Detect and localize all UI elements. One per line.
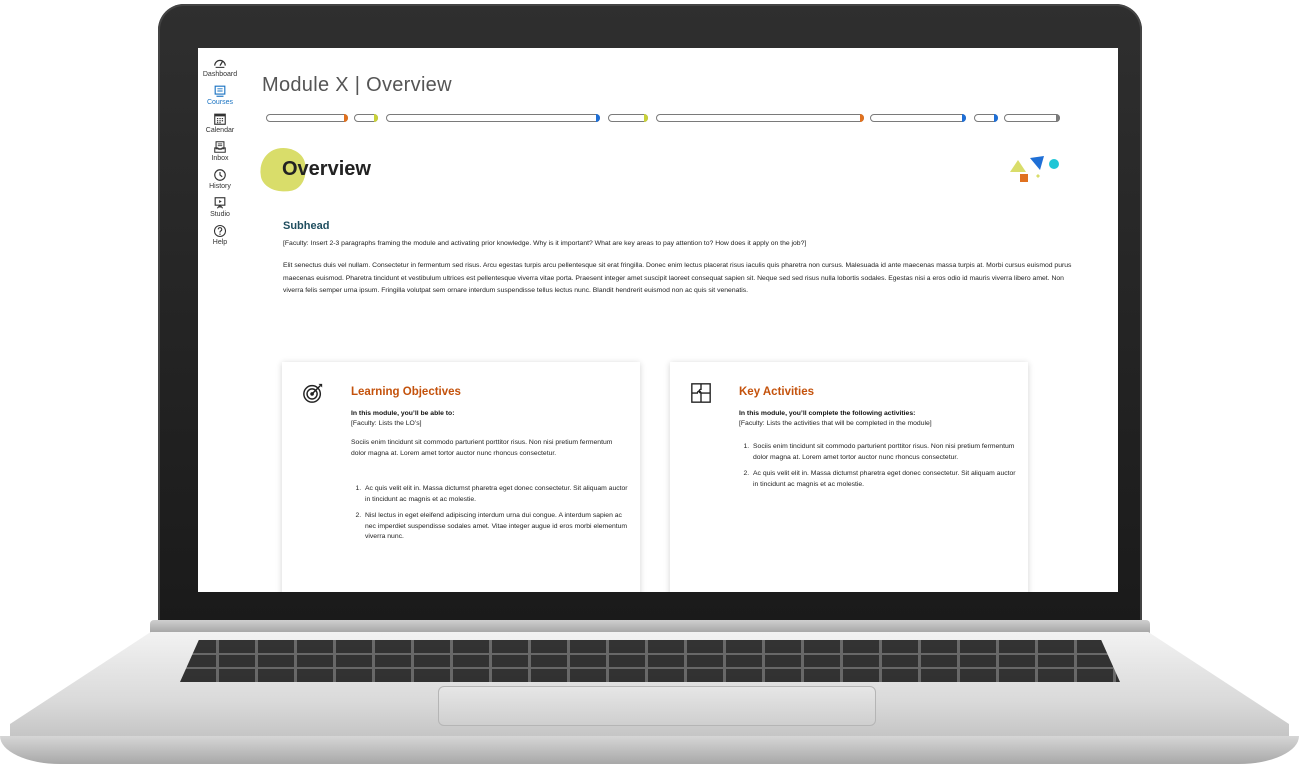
activities-list: Sociis enim tincidunt sit commodo partur… xyxy=(739,442,1021,496)
card-title: Key Activities xyxy=(739,386,814,398)
nav-label: History xyxy=(209,183,231,190)
progress-segment[interactable] xyxy=(608,114,648,122)
nav-item-history[interactable]: History xyxy=(198,168,242,190)
nav-item-help[interactable]: Help xyxy=(198,224,242,246)
module-progress xyxy=(266,114,1062,124)
overview-title: Overview xyxy=(282,158,371,180)
objectives-list: Ac quis velit elit in. Massa dictumst ph… xyxy=(351,484,633,549)
studio-icon xyxy=(214,197,226,209)
list-item: Ac quis velit elit in. Massa dictumst ph… xyxy=(363,484,633,505)
nav-item-courses[interactable]: Courses xyxy=(198,84,242,106)
nav-label: Calendar xyxy=(205,127,235,134)
courses-icon xyxy=(214,85,226,97)
help-icon xyxy=(213,224,227,238)
card-lead: In this module, you’ll complete the foll… xyxy=(739,410,916,417)
list-item: Sociis enim tincidunt sit commodo partur… xyxy=(751,442,1021,463)
body-paragraph: Elit senectus duis vel nullam. Consectet… xyxy=(283,262,1072,294)
key-activities-card: Key Activities In this module, you’ll co… xyxy=(670,362,1028,592)
calendar-icon xyxy=(214,113,226,125)
progress-segment[interactable] xyxy=(386,114,600,122)
nav-label: Help xyxy=(212,239,228,246)
faculty-instruction: [Faculty: Insert 2-3 paragraphs framing … xyxy=(283,240,807,247)
nav-label: Studio xyxy=(210,211,230,218)
list-item: Nisl lectus in eget eleifend adipiscing … xyxy=(363,511,633,543)
laptop-base-edge xyxy=(0,736,1299,764)
nav-item-dashboard[interactable]: Dashboard xyxy=(198,56,242,78)
nav-label: Courses xyxy=(206,99,234,106)
card-note: [Faculty: Lists the activities that will… xyxy=(739,420,932,427)
puzzle-icon xyxy=(691,383,711,403)
laptop-keyboard xyxy=(180,640,1120,682)
decorative-shapes-icon xyxy=(1010,156,1059,182)
nav-item-inbox[interactable]: Inbox xyxy=(198,140,242,162)
inbox-icon xyxy=(214,141,226,153)
progress-segment[interactable] xyxy=(974,114,998,122)
lms-screen: Dashboard Courses Calendar Inbox History… xyxy=(198,48,1118,592)
card-paragraph: Sociis enim tincidunt sit commodo partur… xyxy=(351,439,613,457)
nav-label: Dashboard xyxy=(202,71,238,78)
global-nav: Dashboard Courses Calendar Inbox History… xyxy=(198,48,242,592)
progress-segment[interactable] xyxy=(266,114,348,122)
target-icon xyxy=(303,383,323,403)
nav-label: Inbox xyxy=(211,155,229,162)
progress-segment[interactable] xyxy=(354,114,378,122)
progress-segment[interactable] xyxy=(870,114,966,122)
card-note: [Faculty: Lists the LO’s] xyxy=(351,420,422,427)
module-title: Module X | Overview xyxy=(262,74,452,96)
nav-item-calendar[interactable]: Calendar xyxy=(198,112,242,134)
laptop-trackpad xyxy=(438,686,876,726)
dashboard-icon xyxy=(214,59,226,68)
nav-item-studio[interactable]: Studio xyxy=(198,196,242,218)
progress-segment[interactable] xyxy=(656,114,864,122)
progress-segment[interactable] xyxy=(1004,114,1060,122)
subhead: Subhead xyxy=(283,220,330,232)
learning-objectives-card: Learning Objectives In this module, you’… xyxy=(282,362,640,592)
card-title: Learning Objectives xyxy=(351,386,461,398)
card-lead: In this module, you’ll be able to: xyxy=(351,410,455,417)
history-icon xyxy=(214,169,226,181)
list-item: Ac quis velit elit in. Massa dictumst ph… xyxy=(751,469,1021,490)
